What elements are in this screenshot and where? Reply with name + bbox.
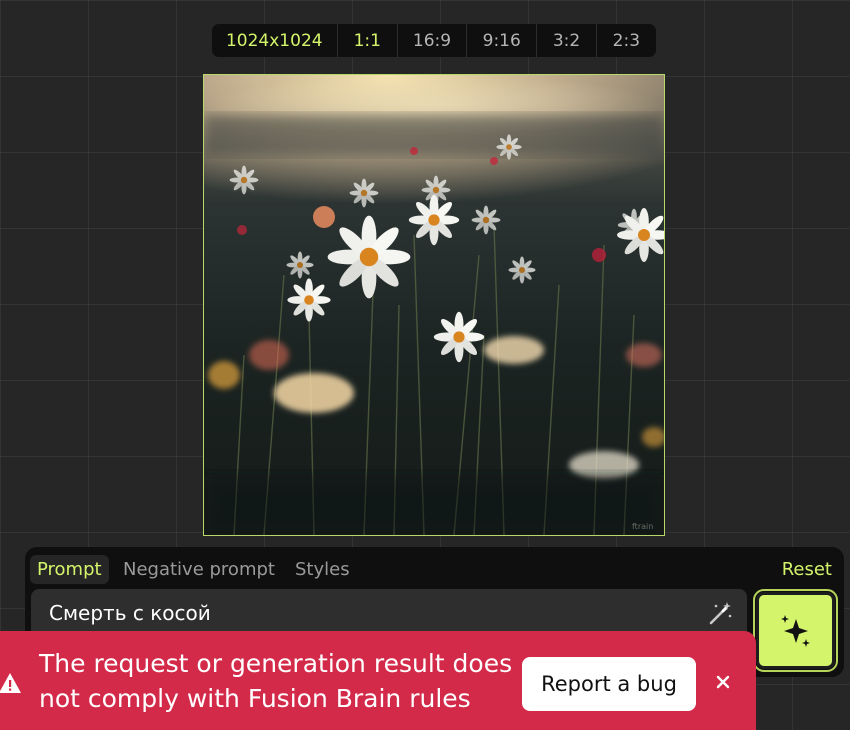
magic-wand-icon[interactable]	[707, 601, 733, 627]
generated-image[interactable]: ftrain	[203, 74, 665, 536]
tab-negative-prompt[interactable]: Negative prompt	[116, 555, 282, 584]
error-toast: The request or generation result does no…	[0, 631, 756, 730]
image-watermark: ftrain	[632, 522, 653, 531]
prompt-input-value[interactable]: Смерть с косой	[49, 601, 211, 625]
resolution-option[interactable]: 1024x1024	[212, 24, 337, 57]
ratio-option-3-2[interactable]: 3:2	[536, 24, 595, 57]
reset-button[interactable]: Reset	[782, 555, 832, 584]
aspect-ratio-bar: 1024x1024 1:1 16:9 9:16 3:2 2:3	[212, 24, 656, 57]
generate-button[interactable]	[753, 589, 838, 672]
ratio-option-1-1[interactable]: 1:1	[336, 24, 397, 57]
warning-icon	[0, 673, 21, 693]
tab-prompt[interactable]: Prompt	[30, 555, 109, 584]
ratio-option-16-9[interactable]: 16:9	[396, 24, 466, 57]
report-bug-button[interactable]: Report a bug	[522, 657, 696, 711]
sparkle-icon	[780, 614, 810, 647]
close-icon	[716, 675, 730, 689]
ratio-option-9-16[interactable]: 9:16	[466, 24, 536, 57]
ratio-option-2-3[interactable]: 2:3	[595, 24, 656, 57]
flower-field-illustration: ftrain	[204, 75, 664, 535]
error-message: The request or generation result does no…	[39, 649, 513, 713]
tab-styles[interactable]: Styles	[288, 555, 357, 584]
close-toast-button[interactable]	[712, 671, 734, 693]
